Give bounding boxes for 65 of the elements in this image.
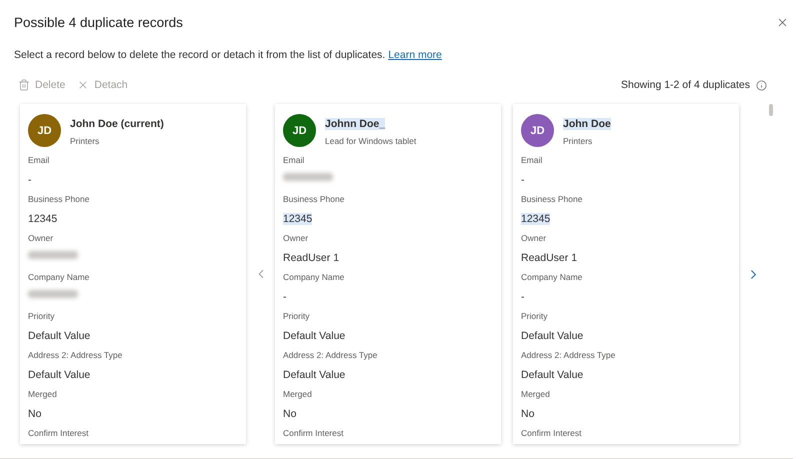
showing-count: Showing 1-2 of 4 duplicates <box>621 79 750 91</box>
field-value: 12345 <box>283 213 312 225</box>
field-label: Confirm Interest <box>521 428 582 440</box>
field-value: 12345 <box>521 213 550 225</box>
field-value: No <box>283 408 296 420</box>
field-value: - <box>521 174 524 186</box>
field-label: Owner <box>28 233 54 245</box>
avatar: JD <box>28 114 61 147</box>
field-label: Business Phone <box>283 194 346 206</box>
field-label: Company Name <box>521 272 584 284</box>
field-value: Default Value <box>28 369 90 381</box>
field-value: Default Value <box>28 330 90 342</box>
field-value: No <box>28 408 42 420</box>
field-label: Address 2: Address Type <box>28 350 124 362</box>
field-label: Address 2: Address Type <box>521 350 616 362</box>
field-value: ReadUser 1 <box>283 252 340 264</box>
field-value: Default Value <box>521 330 584 342</box>
x-icon <box>77 79 90 91</box>
field-label: Merged <box>521 389 551 401</box>
record-name: John Doe <box>563 118 611 130</box>
blurred-value <box>283 173 333 181</box>
field-value: 12345 <box>28 213 58 225</box>
field-value: - <box>28 174 32 186</box>
scrollbar-thumb[interactable] <box>769 104 773 116</box>
description-text: Select a record below to delete the record or detach it from the list of duplicates. Learn more <box>14 49 443 61</box>
field-label: Business Phone <box>28 194 90 206</box>
field-label: Business Phone <box>521 194 584 206</box>
record-card[interactable]: JD John Doe (current) Printers Email - Business Phone 12345 Owner Company Name Priority Default Value Address 2: Address Type Default Value Merged No Confirm Interest <box>20 104 246 444</box>
field-label: Owner <box>521 233 548 245</box>
learn-more-link[interactable]: Learn more <box>388 49 442 61</box>
record-subtitle: Printers <box>563 136 594 146</box>
field-label: Priority <box>521 311 548 323</box>
field-label: Priority <box>28 311 56 323</box>
avatar: JD <box>521 114 554 147</box>
field-value: Default Value <box>283 369 346 381</box>
blurred-value <box>28 290 78 298</box>
record-subtitle: Printers <box>70 136 100 146</box>
field-label: Merged <box>28 389 58 401</box>
field-label: Email <box>521 155 544 167</box>
field-value: ReadUser 1 <box>521 252 578 264</box>
field-label: Address 2: Address Type <box>283 350 378 362</box>
trash-icon <box>18 79 30 91</box>
field-value: Default Value <box>521 369 584 381</box>
record-card[interactable]: JD Johnn Doe_ Lead for Windows tablet Email Business Phone 12345 Owner ReadUser 1 Company Name - Priority Default Value Address 2: Address Type Default Value Merged No Confirm Interest <box>275 104 501 444</box>
field-value: - <box>283 291 286 303</box>
field-label: Merged <box>283 389 313 401</box>
field-label: Confirm Interest <box>28 428 90 440</box>
dialog-title: Possible 4 duplicate records <box>14 14 183 30</box>
field-label: Confirm Interest <box>283 428 344 440</box>
record-name: John Doe (current) <box>70 118 164 130</box>
field-label: Priority <box>283 311 310 323</box>
field-label: Owner <box>283 233 310 245</box>
record-name: Johnn Doe_ <box>325 118 386 130</box>
field-label: Company Name <box>283 272 346 284</box>
field-value: No <box>521 408 534 420</box>
avatar: JD <box>283 114 316 147</box>
record-card[interactable]: JD John Doe Printers Email - Business Phone 12345 Owner ReadUser 1 Company Name - Priority Default Value Address 2: Address Type Default Value Merged No Confirm Interest <box>513 104 739 444</box>
field-value: Default Value <box>283 330 346 342</box>
record-subtitle: Lead for Windows tablet <box>325 136 416 146</box>
blurred-value <box>28 251 78 259</box>
field-label: Company Name <box>28 272 90 284</box>
info-icon[interactable] <box>756 80 767 90</box>
field-value: - <box>521 291 524 303</box>
field-label: Email <box>283 155 306 167</box>
field-label: Email <box>28 155 50 167</box>
